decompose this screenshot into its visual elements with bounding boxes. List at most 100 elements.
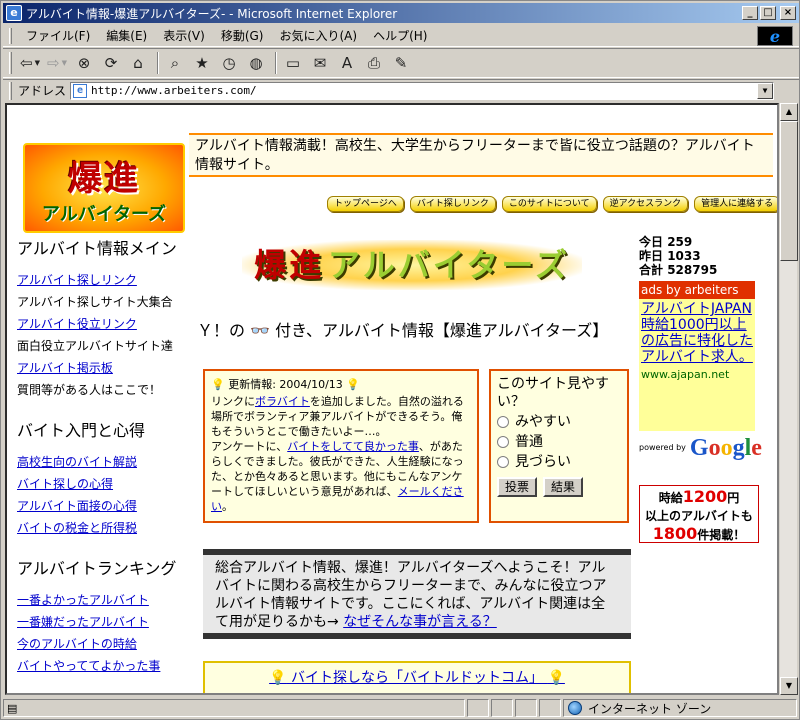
menu-view[interactable]: 表示(V) <box>155 27 213 44</box>
sidebar-link[interactable]: 今のアルバイトの時給 <box>17 633 197 655</box>
sidebar-section-intro: バイト入門と心得 高校生向のバイト解説 バイト探しの心得 アルバイト面接の心得 … <box>17 417 197 539</box>
google-logo: Google <box>689 434 762 461</box>
window-title: アルバイト情報-爆進アルバイターズ- - Microsoft Internet … <box>26 6 398 21</box>
poll-option[interactable]: 普通 <box>497 433 621 451</box>
mail-icon[interactable]: ✉ <box>308 52 332 74</box>
wage-text: 時給 <box>658 491 683 505</box>
scroll-thumb[interactable] <box>780 121 798 261</box>
counter-yesterday: 昨日 1033 <box>639 249 769 263</box>
menu-file[interactable]: ファイル(F) <box>18 27 98 44</box>
update-title-text: 更新情報: 2004/10/13 <box>228 378 343 391</box>
site-logo[interactable]: 爆進 アルバイターズ <box>23 143 185 233</box>
fullscreen-icon[interactable]: ▭ <box>281 52 305 74</box>
maximize-button[interactable]: □ <box>760 6 776 20</box>
wage-banner[interactable]: 時給1200円 以上のアルバイトも 1800件掲載！ <box>639 485 759 543</box>
toolbar-grip[interactable] <box>9 52 12 74</box>
result-button[interactable]: 結果 <box>543 477 584 497</box>
sidebar-link[interactable]: アルバイト探しリンク <box>17 269 197 291</box>
refresh-icon[interactable]: ⟳ <box>99 52 123 74</box>
sidebar-caption: 質問等がある人はここで！ <box>17 383 162 397</box>
history-icon[interactable]: ◷ <box>217 52 241 74</box>
center-logo-b: アルバイターズ <box>328 246 570 284</box>
home-icon[interactable]: ⌂ <box>126 52 150 74</box>
poll-option[interactable]: みやすい <box>497 413 621 431</box>
sidebar-link[interactable]: バイトやっててよかった事 <box>17 655 197 677</box>
address-url[interactable]: http://www.arbeiters.com/ <box>91 84 757 97</box>
sidebar-link[interactable]: アルバイト面接の心得 <box>17 495 197 517</box>
page-content: 爆進 アルバイターズ アルバイト情報満載！高校生、大学生からフリーターまで皆に役… <box>5 103 779 695</box>
toolbar: ⇦ ▼ ⇨ ▼ ⊗ ⟳ ⌂ ⌕ ★ ◷ ◍ ▭ ✉ A ⎙ ✎ <box>3 48 799 78</box>
favorites-icon[interactable]: ★ <box>190 52 214 74</box>
title-bar[interactable]: e アルバイト情報-爆進アルバイターズ- - Microsoft Interne… <box>3 3 799 23</box>
font-icon[interactable]: A <box>335 52 359 74</box>
nav-about[interactable]: このサイトについて <box>501 196 597 212</box>
sidebar-link[interactable]: アルバイト役立リンク <box>17 313 197 335</box>
address-dropdown-icon[interactable]: ▼ <box>757 82 774 99</box>
update-title: 💡 更新情報: 2004/10/13 💡 <box>211 377 471 392</box>
ie-window-icon[interactable]: e <box>6 5 22 21</box>
poll-radio[interactable] <box>497 456 509 468</box>
channels-icon[interactable]: ◍ <box>244 52 268 74</box>
link-good-things[interactable]: バイトをしてて良かった事 <box>287 440 419 453</box>
baitoru-link[interactable]: バイト探しなら「バイトルドットコム」 <box>291 670 543 686</box>
status-bar: ▤ インターネット ゾーン <box>3 697 799 719</box>
menu-help[interactable]: ヘルプ(H) <box>365 27 435 44</box>
sidebar-link[interactable]: 高校生向のバイト解説 <box>17 451 197 473</box>
poll-radio[interactable] <box>497 436 509 448</box>
scroll-down-icon[interactable]: ▼ <box>780 677 798 695</box>
nav-job-links[interactable]: バイト探しリンク <box>409 196 496 212</box>
minimize-button[interactable]: _ <box>742 6 758 20</box>
ad-header: ads by arbeiters <box>639 281 755 299</box>
sidebar-link[interactable]: 一番嫌だったアルバイト <box>17 611 197 633</box>
lightbulb-icon: 💡 <box>269 670 287 686</box>
link-borabaito[interactable]: ボラバイト <box>255 395 310 408</box>
wage-number: 1200 <box>682 487 728 506</box>
addressbar-grip[interactable] <box>9 81 12 100</box>
poll-option-label: 見づらい <box>515 454 571 470</box>
wage-line3: 1800件掲載！ <box>640 525 758 544</box>
nav-top[interactable]: トップページへ <box>327 196 404 212</box>
counter-today: 今日 259 <box>639 235 769 249</box>
vertical-scrollbar[interactable]: ▲ ▼ <box>779 103 798 695</box>
stop-icon[interactable]: ⊗ <box>72 52 96 74</box>
poll-option-label: 普通 <box>515 434 543 450</box>
sidebar-link[interactable]: バイト探しの心得 <box>17 473 197 495</box>
wage-text: 件掲載！ <box>697 528 746 542</box>
forward-icon[interactable]: ⇨ ▼ <box>45 52 69 74</box>
counter-value: 528795 <box>667 263 718 277</box>
update-text-span: 。 <box>222 500 233 513</box>
ad-link[interactable]: アルバイトJAPAN 時給1000円以上の広告に特化したアルバイト求人。 <box>641 301 753 365</box>
heading-pre: Ｙ！の <box>197 321 246 340</box>
poll-radio[interactable] <box>497 416 509 428</box>
google-badge[interactable]: powered by Google <box>639 433 769 463</box>
back-icon[interactable]: ⇦ ▼ <box>18 52 42 74</box>
print-icon[interactable]: ⎙ <box>362 52 386 74</box>
sidebar-caption: 面白役立アルバイトサイト達 <box>17 339 173 353</box>
edit-icon[interactable]: ✎ <box>389 52 413 74</box>
sidebar: アルバイト情報メイン アルバイト探しリンク アルバイト探しサイト大集合 アルバイ… <box>17 235 197 693</box>
sidebar-link[interactable]: アルバイト掲示板 <box>17 357 197 379</box>
search-icon[interactable]: ⌕ <box>163 52 187 74</box>
site-tagline: アルバイト情報満載！高校生、大学生からフリーターまで皆に役立つ話題の？アルバイト… <box>189 133 773 177</box>
powered-by-text: powered by <box>639 443 686 452</box>
update-text-span: アンケートに、 <box>211 440 288 453</box>
nav-contact[interactable]: 管理人に連絡する <box>694 196 777 212</box>
menu-favorites[interactable]: お気に入り(A) <box>271 27 365 44</box>
access-counter: 今日 259 昨日 1033 合計 528795 <box>639 235 769 277</box>
center-logo-a: 爆進 <box>254 246 325 284</box>
vote-button[interactable]: 投票 <box>497 477 538 497</box>
close-button[interactable]: × <box>780 6 796 20</box>
poll-option[interactable]: 見づらい <box>497 453 621 471</box>
menubar-grip[interactable] <box>9 27 12 44</box>
menu-edit[interactable]: 編集(E) <box>98 27 155 44</box>
scroll-up-icon[interactable]: ▲ <box>780 103 798 121</box>
center-logo: 爆進 アルバイターズ <box>242 240 582 290</box>
address-input[interactable]: e http://www.arbeiters.com/ ▼ <box>70 81 775 100</box>
sidebar-link[interactable]: 一番よかったアルバイト <box>17 589 197 611</box>
menu-go[interactable]: 移動(G) <box>213 27 272 44</box>
sidebar-link[interactable]: バイトの税金と所得税 <box>17 517 197 539</box>
welcome-link[interactable]: なぜそんな事が言える？ <box>343 614 497 630</box>
counter-value: 1033 <box>667 249 701 263</box>
nav-access-rank[interactable]: 逆アクセスランク <box>602 196 689 212</box>
ad-url[interactable]: www.ajapan.net <box>641 367 753 383</box>
